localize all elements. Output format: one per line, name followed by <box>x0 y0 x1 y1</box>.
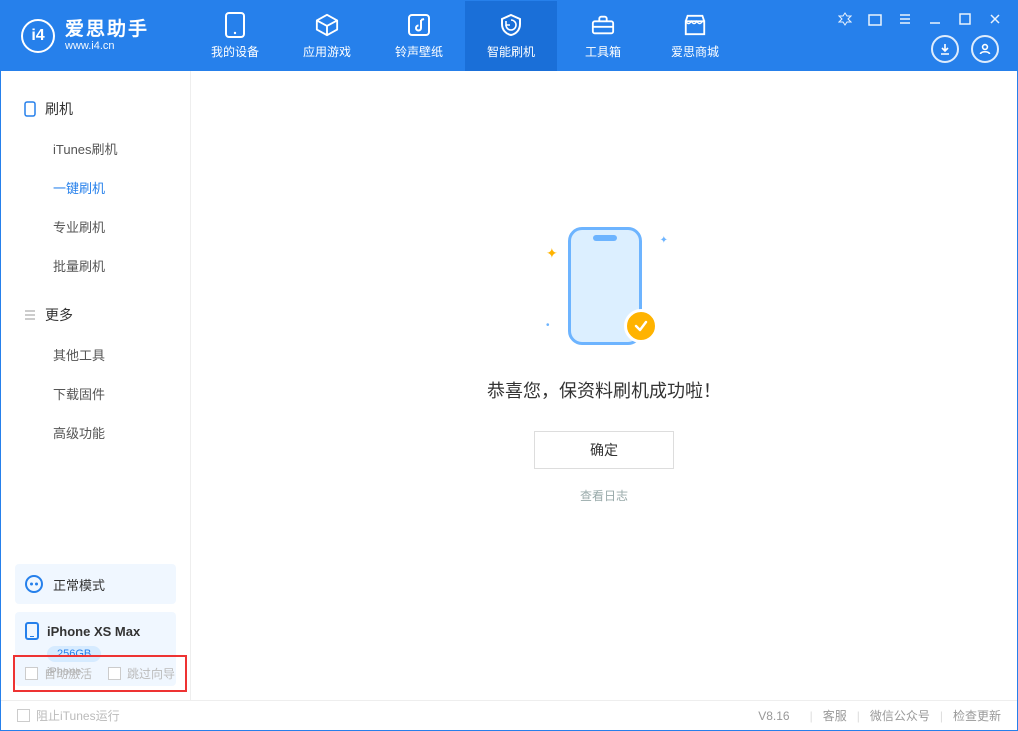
sidebar-item-other-tools[interactable]: 其他工具 <box>1 335 190 374</box>
nav-label: 铃声壁纸 <box>395 43 443 60</box>
sidebar-item-pro-flash[interactable]: 专业刷机 <box>1 207 190 246</box>
version-label: V8.16 <box>758 709 789 723</box>
device-name: iPhone XS Max <box>47 624 140 639</box>
sidebar-section-title: 更多 <box>45 305 73 325</box>
nav-label: 爱思商城 <box>671 43 719 60</box>
maximize-icon[interactable] <box>957 11 973 27</box>
flash-option-box: 自动激活 跳过向导 <box>13 655 187 692</box>
phone-small-icon <box>23 102 37 116</box>
shield-icon <box>499 13 523 37</box>
checkbox-icon <box>25 667 38 680</box>
sidebar-item-itunes-flash[interactable]: iTunes刷机 <box>1 129 190 168</box>
sidebar: 刷机 iTunes刷机 一键刷机 专业刷机 批量刷机 更多 其他工具 下载固件 … <box>1 71 191 700</box>
download-manager-button[interactable] <box>931 35 959 63</box>
device-icon <box>223 13 247 37</box>
nav-label: 我的设备 <box>211 43 259 60</box>
view-log-link[interactable]: 查看日志 <box>580 487 628 504</box>
checkbox-skip-guide[interactable]: 跳过向导 <box>108 665 175 682</box>
nav-label: 工具箱 <box>585 43 621 60</box>
titlebar: i4 爱思助手 www.i4.cn 我的设备 应用游戏 铃声壁纸 智能刷机 <box>1 1 1017 71</box>
mode-icon <box>25 575 43 593</box>
device-mode-label: 正常模式 <box>53 575 105 594</box>
sidebar-item-download-firmware[interactable]: 下载固件 <box>1 374 190 413</box>
skin-icon[interactable] <box>867 11 883 27</box>
toolbox-icon <box>591 13 615 37</box>
close-icon[interactable] <box>987 11 1003 27</box>
checkbox-block-itunes[interactable]: 阻止iTunes运行 <box>17 707 120 724</box>
success-title: 恭喜您，保资料刷机成功啦！ <box>487 377 721 403</box>
nav-apps-games[interactable]: 应用游戏 <box>281 1 373 71</box>
checkbox-icon <box>17 709 30 722</box>
top-nav: 我的设备 应用游戏 铃声壁纸 智能刷机 工具箱 爱思商城 <box>189 1 741 71</box>
checkbox-icon <box>108 667 121 680</box>
store-icon <box>683 13 707 37</box>
nav-label: 智能刷机 <box>487 43 535 60</box>
status-bar: 阻止iTunes运行 V8.16 | 客服 | 微信公众号 | 检查更新 <box>1 700 1017 730</box>
check-badge-icon <box>624 309 658 343</box>
checkbox-label: 阻止iTunes运行 <box>36 707 120 724</box>
nav-store[interactable]: 爱思商城 <box>649 1 741 71</box>
success-illustration: ✦✦• <box>544 227 664 347</box>
sidebar-item-advanced[interactable]: 高级功能 <box>1 413 190 452</box>
link-check-update[interactable]: 检查更新 <box>953 707 1001 724</box>
checkbox-auto-activate[interactable]: 自动激活 <box>25 665 92 682</box>
checkbox-label: 自动激活 <box>44 665 92 682</box>
minimize-icon[interactable] <box>927 11 943 27</box>
music-icon <box>407 13 431 37</box>
checkbox-label: 跳过向导 <box>127 665 175 682</box>
ok-button[interactable]: 确定 <box>534 431 674 469</box>
box-icon <box>315 13 339 37</box>
menu-icon[interactable] <box>897 11 913 27</box>
nav-my-device[interactable]: 我的设备 <box>189 1 281 71</box>
nav-ringtones-wallpapers[interactable]: 铃声壁纸 <box>373 1 465 71</box>
link-wechat[interactable]: 微信公众号 <box>870 707 930 724</box>
device-mode-card[interactable]: 正常模式 <box>15 564 176 604</box>
sidebar-section-title: 刷机 <box>45 99 73 119</box>
app-logo[interactable]: i4 爱思助手 www.i4.cn <box>21 19 149 53</box>
app-name: 爱思助手 <box>65 20 149 41</box>
list-icon <box>23 308 37 322</box>
theme-icon[interactable] <box>837 11 853 27</box>
sidebar-item-oneclick-flash[interactable]: 一键刷机 <box>1 168 190 207</box>
nav-smart-flash[interactable]: 智能刷机 <box>465 1 557 71</box>
sidebar-section-flash[interactable]: 刷机 <box>1 89 190 129</box>
device-phone-icon <box>25 622 39 640</box>
logo-badge-icon: i4 <box>21 19 55 53</box>
window-controls <box>837 11 1003 27</box>
nav-label: 应用游戏 <box>303 43 351 60</box>
link-support[interactable]: 客服 <box>823 707 847 724</box>
nav-toolbox[interactable]: 工具箱 <box>557 1 649 71</box>
app-url: www.i4.cn <box>65 40 149 52</box>
user-account-button[interactable] <box>971 35 999 63</box>
sidebar-section-more[interactable]: 更多 <box>1 295 190 335</box>
sidebar-item-batch-flash[interactable]: 批量刷机 <box>1 246 190 285</box>
main-content: ✦✦• 恭喜您，保资料刷机成功啦！ 确定 查看日志 <box>191 71 1017 700</box>
